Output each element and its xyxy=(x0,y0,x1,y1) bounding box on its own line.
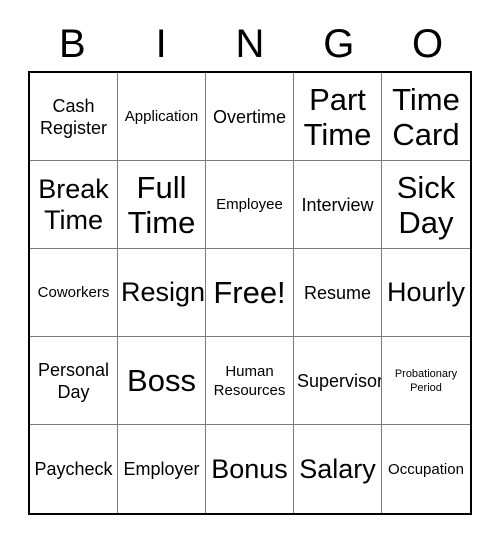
bingo-cell[interactable]: Human Resources xyxy=(206,337,294,425)
bingo-cell[interactable]: Supervisor xyxy=(294,337,382,425)
bingo-cell-label: Cash Register xyxy=(39,95,108,138)
bingo-cell-label: Time Card xyxy=(392,81,460,152)
bingo-cell-label: Personal Day xyxy=(37,359,110,402)
bingo-cell-label: Bonus xyxy=(211,453,288,484)
bingo-cell[interactable]: Probationary Period xyxy=(382,337,470,425)
bingo-cell[interactable]: Part Time xyxy=(294,73,382,161)
bingo-cell-label: Paycheck xyxy=(34,459,113,479)
bingo-grid: Cash Register Application Overtime Part … xyxy=(28,71,472,515)
bingo-header-letter-g: G xyxy=(323,21,355,66)
bingo-cell-label: Coworkers xyxy=(37,284,110,301)
bingo-card: B I N G O Cash Register Application Over… xyxy=(0,0,500,544)
bingo-cell[interactable]: Resume xyxy=(294,249,382,337)
bingo-cell[interactable]: Boss xyxy=(118,337,206,425)
bingo-cell-label: Break Time xyxy=(38,173,109,235)
bingo-cell[interactable]: Break Time xyxy=(30,161,118,249)
bingo-cell[interactable]: Time Card xyxy=(382,73,470,161)
bingo-cell-label: Full Time xyxy=(127,169,196,240)
bingo-cell[interactable]: Personal Day xyxy=(30,337,118,425)
bingo-cell[interactable]: Paycheck xyxy=(30,425,118,513)
bingo-header-letter-o: O xyxy=(412,21,444,66)
bingo-cell[interactable]: Hourly xyxy=(382,249,470,337)
bingo-cell[interactable]: Overtime xyxy=(206,73,294,161)
bingo-cell-label: Employee xyxy=(216,196,283,213)
bingo-cell-label: Occupation xyxy=(388,460,464,478)
bingo-cell-label: Salary xyxy=(299,453,376,484)
bingo-cell[interactable]: Employee xyxy=(206,161,294,249)
bingo-cell[interactable]: Sick Day xyxy=(382,161,470,249)
bingo-cell[interactable]: Bonus xyxy=(206,425,294,513)
bingo-cell-label: Resign xyxy=(121,277,206,307)
bingo-cell-label: Boss xyxy=(127,363,196,398)
bingo-cell[interactable]: Coworkers xyxy=(30,249,118,337)
bingo-cell[interactable]: Cash Register xyxy=(30,73,118,161)
bingo-free-cell[interactable]: Free! xyxy=(206,249,294,337)
bingo-cell-label: Interview xyxy=(301,194,374,215)
bingo-cell-label: Supervisor xyxy=(297,370,382,391)
bingo-cell[interactable]: Resign xyxy=(118,249,206,337)
bingo-cell-label: Human Resources xyxy=(213,362,286,399)
bingo-cell[interactable]: Application xyxy=(118,73,206,161)
bingo-header-row: B I N G O xyxy=(28,16,472,71)
bingo-cell-label: Overtime xyxy=(212,106,286,127)
bingo-cell-label: Part Time xyxy=(303,81,372,152)
bingo-cell-label: Hourly xyxy=(386,277,466,307)
bingo-cell-label: Probationary Period xyxy=(394,367,458,394)
bingo-free-cell-label: Free! xyxy=(213,275,286,310)
bingo-cell[interactable]: Interview xyxy=(294,161,382,249)
bingo-cell[interactable]: Employer xyxy=(118,425,206,513)
bingo-header-letter-i: I xyxy=(155,21,167,66)
bingo-cell[interactable]: Occupation xyxy=(382,425,470,513)
bingo-cell-label: Sick Day xyxy=(396,169,456,240)
bingo-header-letter-n: N xyxy=(235,21,265,66)
bingo-header-letter-b: B xyxy=(59,21,86,66)
bingo-cell[interactable]: Full Time xyxy=(118,161,206,249)
bingo-cell-label: Resume xyxy=(303,282,372,303)
bingo-cell-label: Application xyxy=(124,108,199,125)
bingo-cell[interactable]: Salary xyxy=(294,425,382,513)
bingo-cell-label: Employer xyxy=(123,459,200,479)
